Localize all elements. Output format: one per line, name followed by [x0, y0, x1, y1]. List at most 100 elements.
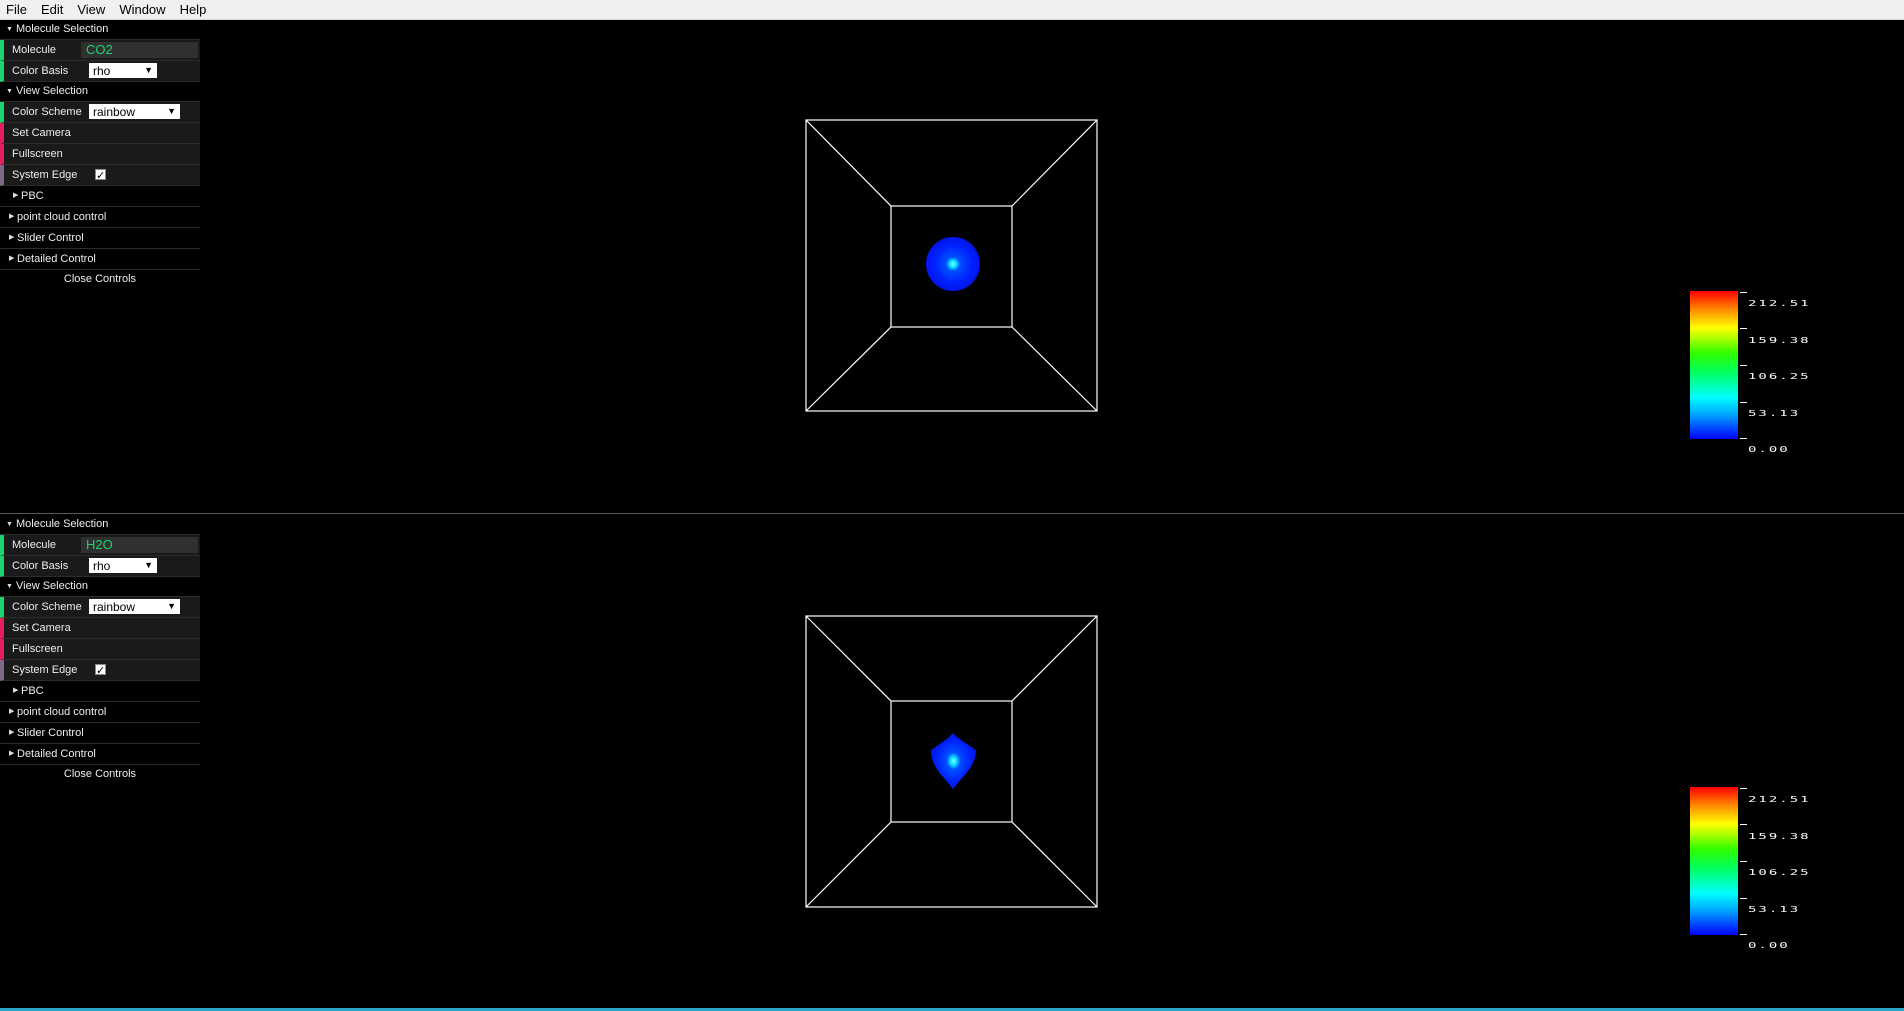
- color-scheme-row: Color Scheme rainbow ▼: [0, 102, 200, 123]
- folder-closed-arrow-icon: ▶: [13, 687, 19, 694]
- menu-file[interactable]: File: [0, 0, 34, 19]
- system-edge-row: System Edge: [0, 165, 200, 186]
- close-controls-button[interactable]: Close Controls: [0, 270, 200, 289]
- fullscreen-label: Fullscreen: [12, 148, 63, 160]
- set-camera-label: Set Camera: [12, 622, 71, 634]
- folder-point-cloud-control[interactable]: ▶ point cloud control: [0, 702, 200, 723]
- folder-detailed-control[interactable]: ▶ Detailed Control: [0, 744, 200, 765]
- color-basis-value: rho: [93, 64, 111, 78]
- folder-title-label: Detailed Control: [17, 253, 96, 265]
- folder-closed-arrow-icon: ▶: [13, 192, 19, 199]
- colorbar-tick: [1740, 402, 1747, 403]
- folder-open-arrow-icon: ▼: [6, 26, 13, 33]
- system-edge-checkbox[interactable]: [95, 661, 106, 681]
- colorbar-label: 106.25: [1748, 372, 1811, 382]
- colorbar-tick: [1740, 824, 1747, 825]
- folder-view-selection[interactable]: ▼ View Selection: [0, 577, 200, 597]
- fullscreen-label: Fullscreen: [12, 643, 63, 655]
- viewport-3d[interactable]: 212.51 159.38 106.25 53.13 0.00: [0, 515, 1904, 1008]
- menu-help[interactable]: Help: [173, 0, 214, 19]
- folder-title-label: point cloud control: [17, 211, 107, 223]
- molecule-row: Molecule CO2: [0, 40, 200, 61]
- colorbar-label: 53.13: [1748, 409, 1801, 419]
- color-scheme-label: Color Scheme: [12, 106, 82, 118]
- colorbar-tick: [1740, 898, 1747, 899]
- controls-panel: ▼ Molecule Selection Molecule CO2 Color …: [0, 20, 200, 289]
- color-basis-row: Color Basis rho ▼: [0, 556, 200, 577]
- molecule-row: Molecule H2O: [0, 535, 200, 556]
- color-basis-select[interactable]: rho ▼: [89, 558, 157, 573]
- colorbar-tick: [1740, 788, 1747, 789]
- folder-title-label: View Selection: [16, 85, 88, 97]
- folder-title-label: PBC: [21, 685, 44, 697]
- colorbar-label: 159.38: [1748, 832, 1811, 842]
- folder-closed-arrow-icon: ▶: [9, 213, 15, 220]
- colorbar: [1690, 291, 1738, 439]
- colorbar-label: 53.13: [1748, 905, 1801, 915]
- color-scheme-select[interactable]: rainbow ▼: [89, 104, 180, 119]
- folder-title-label: Molecule Selection: [16, 23, 109, 35]
- color-basis-label: Color Basis: [12, 65, 69, 77]
- color-scheme-value: rainbow: [93, 105, 136, 119]
- dropdown-caret-icon: ▼: [144, 65, 153, 75]
- folder-molecule-selection[interactable]: ▼ Molecule Selection: [0, 20, 200, 40]
- folder-closed-arrow-icon: ▶: [9, 729, 15, 736]
- color-scheme-row: Color Scheme rainbow ▼: [0, 597, 200, 618]
- folder-pbc[interactable]: ▶ PBC: [0, 681, 200, 702]
- menu-bar: File Edit View Window Help: [0, 0, 1904, 20]
- colorbar-label: 0.00: [1748, 445, 1790, 455]
- set-camera-button[interactable]: Set Camera: [0, 618, 200, 639]
- colorbar-tick: [1740, 861, 1747, 862]
- folder-title-label: Detailed Control: [17, 748, 96, 760]
- color-scheme-select[interactable]: rainbow ▼: [89, 599, 180, 614]
- folder-open-arrow-icon: ▼: [6, 583, 13, 590]
- dropdown-caret-icon: ▼: [167, 106, 176, 116]
- scene-canvas[interactable]: [0, 20, 1904, 513]
- folder-slider-control[interactable]: ▶ Slider Control: [0, 228, 200, 249]
- colorbar: [1690, 787, 1738, 935]
- folder-pbc[interactable]: ▶ PBC: [0, 186, 200, 207]
- folder-molecule-selection[interactable]: ▼ Molecule Selection: [0, 515, 200, 535]
- dropdown-caret-icon: ▼: [167, 601, 176, 611]
- menu-window[interactable]: Window: [112, 0, 172, 19]
- colorbar-label: 0.00: [1748, 941, 1790, 951]
- color-basis-value: rho: [93, 559, 111, 573]
- folder-view-selection[interactable]: ▼ View Selection: [0, 82, 200, 102]
- folder-slider-control[interactable]: ▶ Slider Control: [0, 723, 200, 744]
- folder-closed-arrow-icon: ▶: [9, 750, 15, 757]
- menu-edit[interactable]: Edit: [34, 0, 70, 19]
- color-basis-select[interactable]: rho ▼: [89, 63, 157, 78]
- folder-closed-arrow-icon: ▶: [9, 234, 15, 241]
- color-scheme-value: rainbow: [93, 600, 136, 614]
- set-camera-button[interactable]: Set Camera: [0, 123, 200, 144]
- folder-open-arrow-icon: ▼: [6, 88, 13, 95]
- system-edge-label: System Edge: [12, 169, 78, 181]
- folder-open-arrow-icon: ▼: [6, 521, 13, 528]
- menu-view[interactable]: View: [70, 0, 112, 19]
- system-edge-checkbox[interactable]: [95, 166, 106, 186]
- folder-detailed-control[interactable]: ▶ Detailed Control: [0, 249, 200, 270]
- fullscreen-button[interactable]: Fullscreen: [0, 639, 200, 660]
- folder-closed-arrow-icon: ▶: [9, 708, 15, 715]
- color-basis-label: Color Basis: [12, 560, 69, 572]
- scene-canvas[interactable]: [0, 515, 1904, 1008]
- folder-title-label: PBC: [21, 190, 44, 202]
- molecule-point-cloud: [931, 733, 976, 789]
- folder-title-label: point cloud control: [17, 706, 107, 718]
- viewport-3d[interactable]: 212.51 159.38 106.25 53.13 0.00: [0, 20, 1904, 513]
- molecule-input[interactable]: CO2: [81, 42, 198, 58]
- close-controls-button[interactable]: Close Controls: [0, 765, 200, 784]
- folder-point-cloud-control[interactable]: ▶ point cloud control: [0, 207, 200, 228]
- molecule-input[interactable]: H2O: [81, 537, 198, 553]
- folder-title-label: Slider Control: [17, 727, 84, 739]
- colorbar-tick: [1740, 292, 1747, 293]
- molecule-point-cloud: [926, 237, 980, 291]
- colorbar-tick: [1740, 365, 1747, 366]
- system-edge-row: System Edge: [0, 660, 200, 681]
- colorbar-tick: [1740, 438, 1747, 439]
- fullscreen-button[interactable]: Fullscreen: [0, 144, 200, 165]
- colorbar-label: 106.25: [1748, 868, 1811, 878]
- dropdown-caret-icon: ▼: [144, 560, 153, 570]
- set-camera-label: Set Camera: [12, 127, 71, 139]
- colorbar-tick: [1740, 934, 1747, 935]
